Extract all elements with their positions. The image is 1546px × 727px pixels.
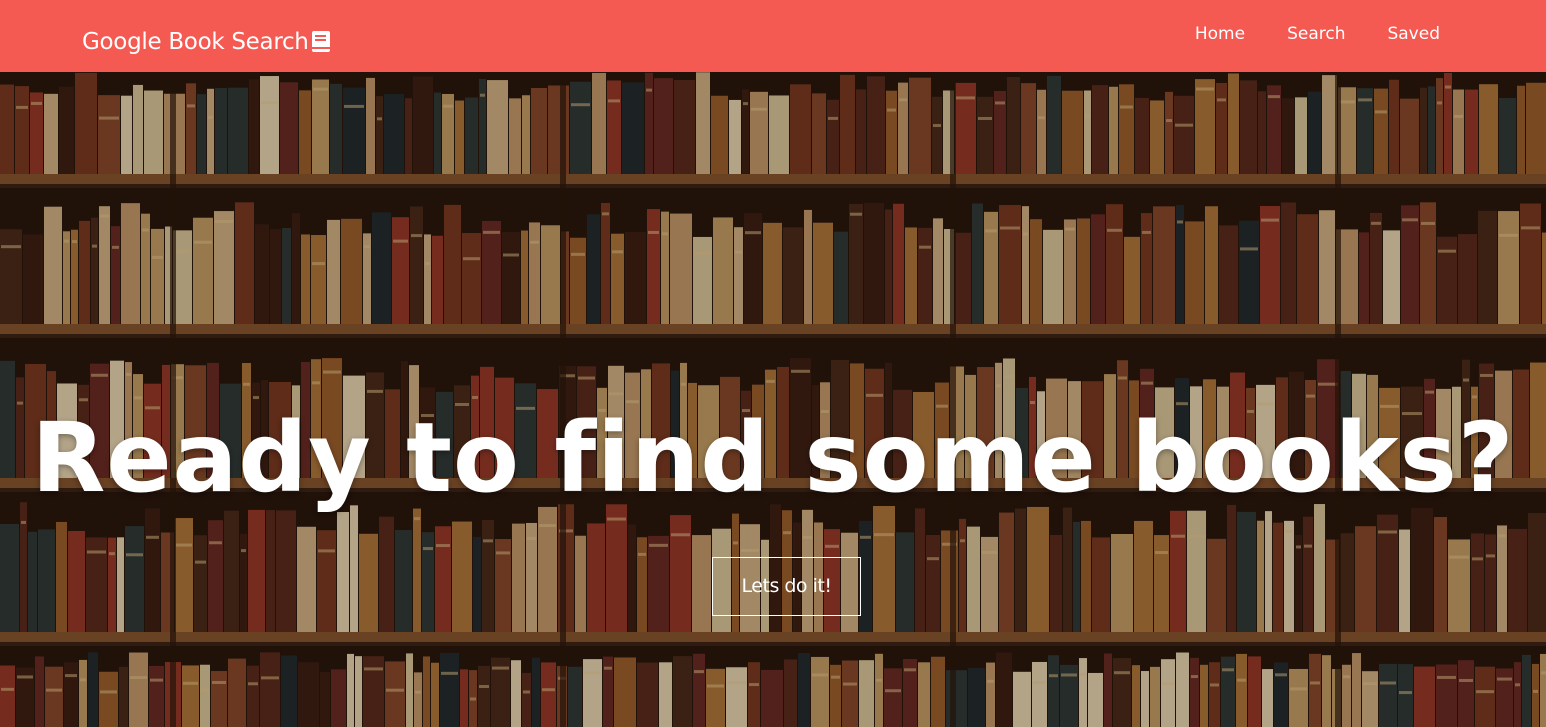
hero-title: Ready to find some books? — [31, 402, 1515, 514]
lets-do-it-button[interactable]: Lets do it! — [712, 557, 861, 616]
hero-overlay — [0, 72, 1546, 727]
navbar: Google Book Search Home Search Saved — [0, 0, 1546, 72]
book-icon — [311, 30, 331, 54]
hero: Ready to find some books? Lets do it! — [0, 72, 1546, 727]
nav-search-link[interactable]: Search — [1287, 22, 1345, 46]
nav-links: Home Search Saved — [1153, 22, 1440, 46]
brand-title: Google Book Search — [82, 29, 309, 55]
nav-home-link[interactable]: Home — [1195, 22, 1245, 46]
nav-saved-link[interactable]: Saved — [1387, 22, 1440, 46]
brand-link[interactable]: Google Book Search — [82, 26, 331, 58]
